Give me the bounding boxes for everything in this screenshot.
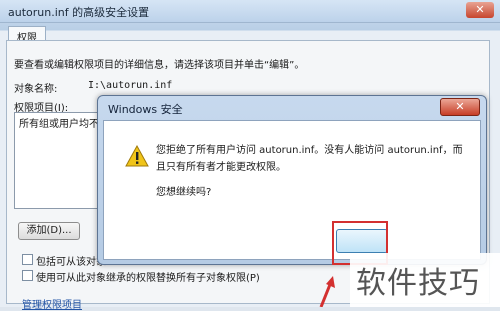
object-name-value: I:\autorun.inf [88, 80, 173, 91]
background-window-title: autorun.inf 的高级安全设置 [8, 6, 150, 19]
manage-permissions-link[interactable]: 管理权限项目 [22, 296, 82, 311]
permissions-description: 要查看或编辑权限项目的详细信息，请选择该项目并单击“编辑”。 [14, 60, 305, 71]
dialog-message: 您拒绝了所有用户访问 autorun.inf。没有人能访问 autorun.in… [156, 145, 463, 173]
background-close-button[interactable]: ✕ [466, 2, 494, 18]
inherit-checkbox-label: 包括可从该对象 [36, 257, 106, 268]
arrow-annotation-icon [319, 276, 335, 307]
add-button[interactable]: 添加(D)... [18, 222, 80, 240]
watermark-text: 软件技巧 [356, 266, 480, 301]
dialog-body: 您拒绝了所有用户访问 autorun.inf。没有人能访问 autorun.in… [103, 120, 481, 260]
background-titlebar: autorun.inf 的高级安全设置 ✕ [0, 0, 500, 23]
dialog-close-button[interactable]: ✕ [440, 98, 480, 116]
inherit-checkbox[interactable] [22, 254, 33, 265]
replace-checkbox-label: 使用可从此对象继承的权限替换所有子对象权限(P) [36, 273, 260, 284]
dialog-question: 您想继续吗? [156, 187, 212, 198]
replace-checkbox[interactable] [22, 270, 33, 281]
list-item[interactable]: 所有组或用户均不 [19, 115, 99, 130]
warning-icon [125, 145, 149, 167]
object-name-label: 对象名称: [14, 84, 58, 95]
windows-security-dialog: Windows 安全 ✕ 您拒绝了所有用户访问 autorun.inf。没有人能… [97, 95, 487, 265]
permission-items-list[interactable]: 所有组或用户均不 [14, 112, 101, 209]
dialog-title: Windows 安全 [108, 103, 183, 116]
